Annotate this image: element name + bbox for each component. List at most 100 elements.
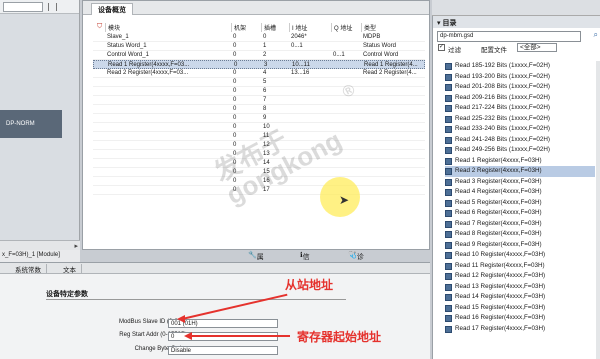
- module-icon: [445, 252, 452, 259]
- catalog-item[interactable]: Read 6 Register(4xxxx,F=03H): [445, 208, 595, 219]
- table-row[interactable]: 0 14: [93, 159, 425, 168]
- scroll-right-icon[interactable]: ▸: [74, 242, 78, 250]
- column-header-q-address[interactable]: Q 地址: [331, 23, 363, 32]
- toolbar-field[interactable]: [3, 2, 43, 12]
- catalog-item[interactable]: Read 241-248 Bits (1xxxx,F=02H): [445, 135, 595, 146]
- catalog-search-input[interactable]: dp-mbm.gsd: [437, 31, 581, 42]
- tab-system-constants[interactable]: 系统常数: [10, 264, 47, 274]
- device-table-body: Slave_1 0 0 2046* MDPB Status Word_1 0 1 0...1 St…: [93, 33, 425, 195]
- profile-select[interactable]: <全部>: [517, 43, 557, 52]
- catalog-item[interactable]: Read 14 Register(4xxxx,F=03H): [445, 292, 595, 303]
- catalog-item[interactable]: Read 2 Register(4xxxx,F=03H): [445, 166, 595, 177]
- filter-checkbox[interactable]: ✓: [438, 44, 445, 51]
- catalog-item[interactable]: Read 233-240 Bits (1xxxx,F=02H): [445, 124, 595, 135]
- tab-properties[interactable]: 🔧 属性: [248, 251, 264, 271]
- catalog-item-label: Read 225-232 Bits (1xxxx,F=02H): [455, 114, 551, 122]
- rack-cell: 0: [233, 142, 237, 148]
- catalog-item[interactable]: Read 185-192 Bits (1xxxx,F=02H): [445, 61, 595, 72]
- table-row[interactable]: Status Word_1 0 1 0...1 Status Word: [93, 42, 425, 51]
- table-row[interactable]: 05: [93, 78, 425, 87]
- catalog-item-label: Read 9 Register(4xxxx,F=03H): [455, 240, 542, 248]
- rack-cell: 0: [233, 79, 237, 85]
- rack-cell: 0: [233, 187, 237, 193]
- network-view-canvas[interactable]: DP-NORM ▸: [0, 0, 80, 250]
- column-header-i-address[interactable]: I 地址: [289, 23, 329, 32]
- column-header-rack[interactable]: 机架: [231, 23, 257, 32]
- module-icon: [445, 325, 452, 333]
- catalog-item[interactable]: Read 8 Register(4xxxx,F=03H): [445, 229, 595, 240]
- column-header-module[interactable]: 模块: [105, 23, 217, 32]
- table-row[interactable]: 0 15: [93, 168, 425, 177]
- table-row[interactable]: 0 12: [93, 141, 425, 150]
- catalog-item[interactable]: Read 193-200 Bits (1xxxx,F=02H): [445, 72, 595, 83]
- table-row[interactable]: Read 1 Register(4xxxx,F=03... 0 3 10...11 Re…: [93, 60, 425, 69]
- vertical-scrollbar[interactable]: [596, 61, 600, 359]
- search-icon[interactable]: ⌕: [594, 30, 598, 40]
- catalog-item[interactable]: Read 249-256 Bits (1xxxx,F=02H): [445, 145, 595, 156]
- module-icon: [445, 304, 452, 312]
- type-cell: MDPB: [363, 34, 381, 40]
- catalog-item[interactable]: Read 3 Register(4xxxx,F=03H): [445, 177, 595, 188]
- catalog-item[interactable]: Read 1 Register(4xxxx,F=03H): [445, 156, 595, 167]
- catalog-header[interactable]: ▾ 目录: [433, 16, 600, 28]
- type-cell: Read 2 Register(4...: [363, 70, 417, 76]
- module-icon: [445, 199, 452, 207]
- catalog-item[interactable]: Read 201-208 Bits (1xxxx,F=02H): [445, 82, 595, 93]
- slot-cell: 16: [263, 178, 270, 184]
- table-row[interactable]: Read 2 Register(4xxxx,F=03... 0 4 13...16 Re…: [93, 69, 425, 78]
- network-view-toolbar: [0, 0, 79, 14]
- catalog-item[interactable]: Read 17 Register(4xxxx,F=03H): [445, 324, 595, 335]
- module-icon: [445, 241, 452, 249]
- device-block[interactable]: DP-NORM: [0, 110, 62, 138]
- catalog-item[interactable]: Read 209-216 Bits (1xxxx,F=02H): [445, 93, 595, 104]
- table-row[interactable]: 06: [93, 87, 425, 96]
- table-row[interactable]: 09: [93, 114, 425, 123]
- column-header-slot[interactable]: 插槽: [261, 23, 287, 32]
- hardware-catalog-panel: ▾ 目录 dp-mbm.gsd ⌕ ✓ 过滤 配置文件 <全部> Read 18…: [432, 16, 600, 359]
- table-row[interactable]: 08: [93, 105, 425, 114]
- table-row[interactable]: Control Word_1 0 2 0...1 Control Word: [93, 51, 425, 60]
- module-icon: [445, 94, 452, 102]
- table-row[interactable]: 0 10: [93, 123, 425, 132]
- slot-cell: 1: [263, 43, 267, 49]
- byte-order-select[interactable]: Disable: [168, 346, 278, 355]
- catalog-item[interactable]: Read 10 Register(4xxxx,F=03H): [445, 250, 595, 261]
- column-header-type[interactable]: 类型: [361, 23, 425, 32]
- catalog-item-label: Read 201-208 Bits (1xxxx,F=02H): [455, 83, 551, 90]
- table-row[interactable]: 0 13: [93, 150, 425, 159]
- table-row[interactable]: 0 16: [93, 177, 425, 186]
- catalog-item[interactable]: Read 16 Register(4xxxx,F=03H): [445, 313, 595, 324]
- table-row[interactable]: 07: [93, 96, 425, 105]
- tab-device-overview[interactable]: 设备概览: [91, 3, 133, 15]
- catalog-item[interactable]: Read 11 Register(4xxxx,F=03H): [445, 261, 595, 272]
- catalog-item[interactable]: Read 13 Register(4xxxx,F=03H): [445, 282, 595, 293]
- slot-cell: 4: [263, 70, 267, 76]
- catalog-item[interactable]: Read 5 Register(4xxxx,F=03H): [445, 198, 595, 209]
- catalog-item-label: Read 6 Register(4xxxx,F=03H): [455, 209, 542, 216]
- catalog-item[interactable]: Read 9 Register(4xxxx,F=03H): [445, 240, 595, 251]
- module-icon: [445, 115, 452, 123]
- catalog-item[interactable]: Read 217-224 Bits (1xxxx,F=02H): [445, 103, 595, 114]
- catalog-item[interactable]: Read 12 Register(4xxxx,F=03H): [445, 271, 595, 282]
- table-row[interactable]: 0 11: [93, 132, 425, 141]
- module-icon: [445, 84, 452, 91]
- module-icon: [445, 262, 452, 270]
- tab-diagnostics[interactable]: 🩺 诊断: [348, 251, 364, 271]
- table-row[interactable]: 0 17: [93, 186, 425, 195]
- param-row-byte-order: Change Byte Order: Disable: [60, 346, 320, 356]
- catalog-item[interactable]: Read 15 Register(4xxxx,F=03H): [445, 303, 595, 314]
- tab-texts[interactable]: 文本: [58, 264, 82, 274]
- catalog-item[interactable]: Read 7 Register(4xxxx,F=03H): [445, 219, 595, 230]
- module-icon: [445, 294, 452, 301]
- catalog-search-row: dp-mbm.gsd ⌕: [433, 30, 600, 43]
- catalog-item[interactable]: Read 225-232 Bits (1xxxx,F=02H): [445, 114, 595, 125]
- rack-cell: 0: [233, 97, 237, 103]
- horizontal-scrollbar[interactable]: ▸: [0, 240, 80, 250]
- catalog-item-label: Read 185-192 Bits (1xxxx,F=02H): [455, 62, 551, 69]
- tab-info[interactable]: ℹ 信息: [300, 251, 310, 271]
- rack-cell: 0: [233, 106, 237, 112]
- table-row[interactable]: Slave_1 0 0 2046* MDPB: [93, 33, 425, 42]
- overview-tabstrip: 设备概览: [83, 1, 429, 15]
- catalog-item[interactable]: Read 4 Register(4xxxx,F=03H): [445, 187, 595, 198]
- module-cell: Control Word_1: [107, 52, 149, 58]
